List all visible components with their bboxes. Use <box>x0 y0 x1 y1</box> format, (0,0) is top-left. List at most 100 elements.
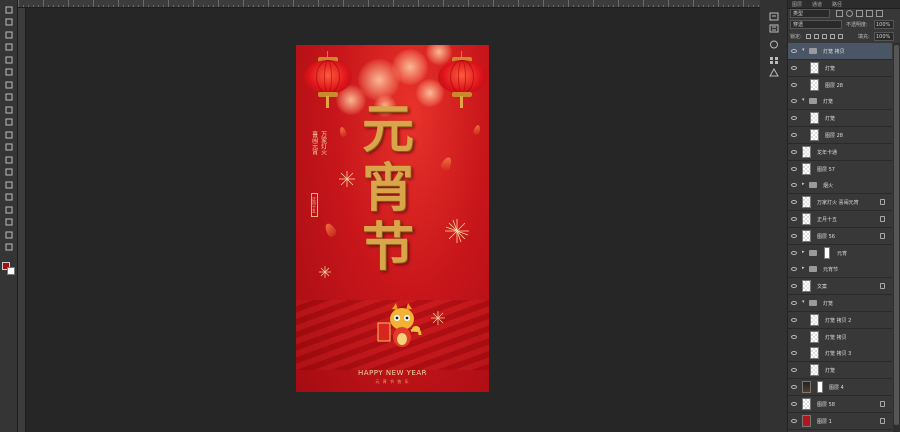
visibility-eye-icon[interactable] <box>791 418 797 423</box>
visibility-eye-icon[interactable] <box>791 217 797 221</box>
layer-thumbnail[interactable] <box>810 78 819 91</box>
layer-row[interactable]: 灯笼 <box>788 362 892 380</box>
layer-filter-select[interactable]: 类型 <box>790 9 830 18</box>
pen-icon[interactable] <box>3 179 15 190</box>
stamp-icon[interactable] <box>3 104 15 115</box>
visibility-eye-icon[interactable] <box>791 200 797 205</box>
layer-row[interactable]: 图层 4 <box>788 379 892 396</box>
visibility-eye-icon[interactable] <box>791 334 797 339</box>
expand-arrow-icon[interactable]: ▸ <box>802 249 805 255</box>
visibility-eye-icon[interactable] <box>791 133 797 137</box>
layer-row[interactable]: 图层 56 <box>788 227 892 245</box>
pixel-filter-icon[interactable] <box>836 10 843 17</box>
healing-icon[interactable] <box>3 79 15 90</box>
smart-object-filter-icon[interactable] <box>876 10 883 17</box>
lock-artboard-icon[interactable] <box>830 34 835 39</box>
layer-thumbnail[interactable] <box>802 213 811 225</box>
layer-thumbnail[interactable] <box>810 330 819 343</box>
visibility-eye-icon[interactable] <box>791 49 797 53</box>
zoom-icon[interactable] <box>3 242 15 253</box>
crop-icon[interactable] <box>3 54 15 65</box>
gradient-icon[interactable] <box>3 142 15 153</box>
layer-row[interactable]: 灯笼 拷贝 3 <box>788 345 892 363</box>
layer-thumbnail[interactable] <box>802 162 811 175</box>
visibility-eye-icon[interactable] <box>791 351 797 356</box>
scrollbar-thumb[interactable] <box>894 45 899 425</box>
eraser-icon[interactable] <box>3 129 15 140</box>
expand-arrow-icon[interactable]: ▸ <box>802 181 805 187</box>
shape-icon[interactable] <box>3 217 15 228</box>
collapse-arrow-icon[interactable]: ▾ <box>802 47 805 53</box>
lock-all-icon[interactable] <box>838 34 843 39</box>
visibility-eye-icon[interactable] <box>791 401 797 406</box>
layer-thumbnail[interactable] <box>802 145 811 158</box>
visibility-eye-icon[interactable] <box>791 166 797 171</box>
dodge-icon[interactable] <box>3 167 15 178</box>
fill-input[interactable]: 100% <box>874 32 894 41</box>
adjustment-filter-icon[interactable] <box>846 10 853 17</box>
eyedropper-icon[interactable] <box>3 67 15 78</box>
layer-row[interactable]: ▸ 烟火 <box>788 177 892 195</box>
path-select-icon[interactable] <box>3 204 15 215</box>
layer-thumbnail[interactable] <box>802 229 811 242</box>
visibility-eye-icon[interactable] <box>791 267 797 272</box>
layer-row[interactable]: 灯笼 <box>788 110 892 128</box>
marquee-icon[interactable] <box>3 17 15 28</box>
visibility-eye-icon[interactable] <box>791 317 797 322</box>
layer-thumbnail[interactable] <box>802 397 811 410</box>
layer-row[interactable]: 万家灯火 喜闹元宵 <box>788 194 892 212</box>
visibility-eye-icon[interactable] <box>791 250 797 255</box>
tab-layers[interactable]: 图层 <box>792 1 802 8</box>
visibility-eye-icon[interactable] <box>791 183 797 188</box>
lock-transparent-icon[interactable] <box>806 34 811 39</box>
visibility-eye-icon[interactable] <box>791 284 797 289</box>
adjustments-icon[interactable] <box>769 40 779 49</box>
layer-row[interactable]: 正月十五 <box>788 211 892 228</box>
background-color-swatch[interactable] <box>7 267 15 275</box>
opacity-input[interactable]: 100% <box>874 20 894 29</box>
history-brush-icon[interactable] <box>3 117 15 128</box>
collapse-arrow-icon[interactable]: ▾ <box>802 97 805 103</box>
lock-position-icon[interactable] <box>822 34 827 39</box>
layer-thumbnail[interactable] <box>810 347 819 360</box>
hand-icon[interactable] <box>3 229 15 240</box>
layer-mask-thumbnail[interactable] <box>824 246 830 259</box>
libraries-icon[interactable] <box>769 68 779 77</box>
lasso-icon[interactable] <box>3 29 15 40</box>
history-icon[interactable] <box>769 12 779 21</box>
layer-thumbnail[interactable] <box>802 414 811 427</box>
layer-row[interactable]: ▸ 元宵节 <box>788 261 892 279</box>
visibility-eye-icon[interactable] <box>791 301 797 305</box>
layer-row[interactable]: 龙年卡通 <box>788 143 892 161</box>
type-filter-icon[interactable] <box>856 10 863 17</box>
layer-row[interactable]: 图层 58 <box>788 395 892 413</box>
layer-thumbnail[interactable] <box>810 364 819 377</box>
shape-filter-icon[interactable] <box>866 10 873 17</box>
layer-mask-thumbnail[interactable] <box>817 381 823 393</box>
swatches-icon[interactable] <box>769 56 779 65</box>
move-icon[interactable] <box>3 4 15 15</box>
layer-thumbnail[interactable] <box>802 381 811 393</box>
layer-row[interactable]: 图层 1 <box>788 412 892 430</box>
layer-thumbnail[interactable] <box>810 112 819 125</box>
layer-thumbnail[interactable] <box>802 196 811 209</box>
layer-row[interactable]: 图层 57 <box>788 160 892 178</box>
visibility-eye-icon[interactable] <box>791 99 797 104</box>
layer-row[interactable]: 文案 <box>788 278 892 296</box>
text-icon[interactable] <box>3 192 15 203</box>
visibility-eye-icon[interactable] <box>791 82 797 87</box>
layer-row[interactable]: ▾ 灯笼 拷贝 <box>788 43 892 60</box>
layer-row[interactable]: ▸ 元宵 <box>788 244 892 262</box>
properties-icon[interactable] <box>769 24 779 33</box>
visibility-eye-icon[interactable] <box>791 368 797 373</box>
quick-select-icon[interactable] <box>3 42 15 53</box>
layer-row[interactable]: ▾ 灯笼 <box>788 295 892 312</box>
tab-channels[interactable]: 通道 <box>812 1 822 8</box>
expand-arrow-icon[interactable]: ▸ <box>802 265 805 271</box>
layer-thumbnail[interactable] <box>802 280 811 293</box>
layers-scrollbar[interactable] <box>893 43 900 432</box>
blend-mode-select[interactable]: 穿透 <box>790 20 842 29</box>
visibility-eye-icon[interactable] <box>791 385 797 389</box>
layer-row[interactable]: 图层 28 <box>788 76 892 94</box>
layer-row[interactable]: 图层 28 <box>788 127 892 144</box>
